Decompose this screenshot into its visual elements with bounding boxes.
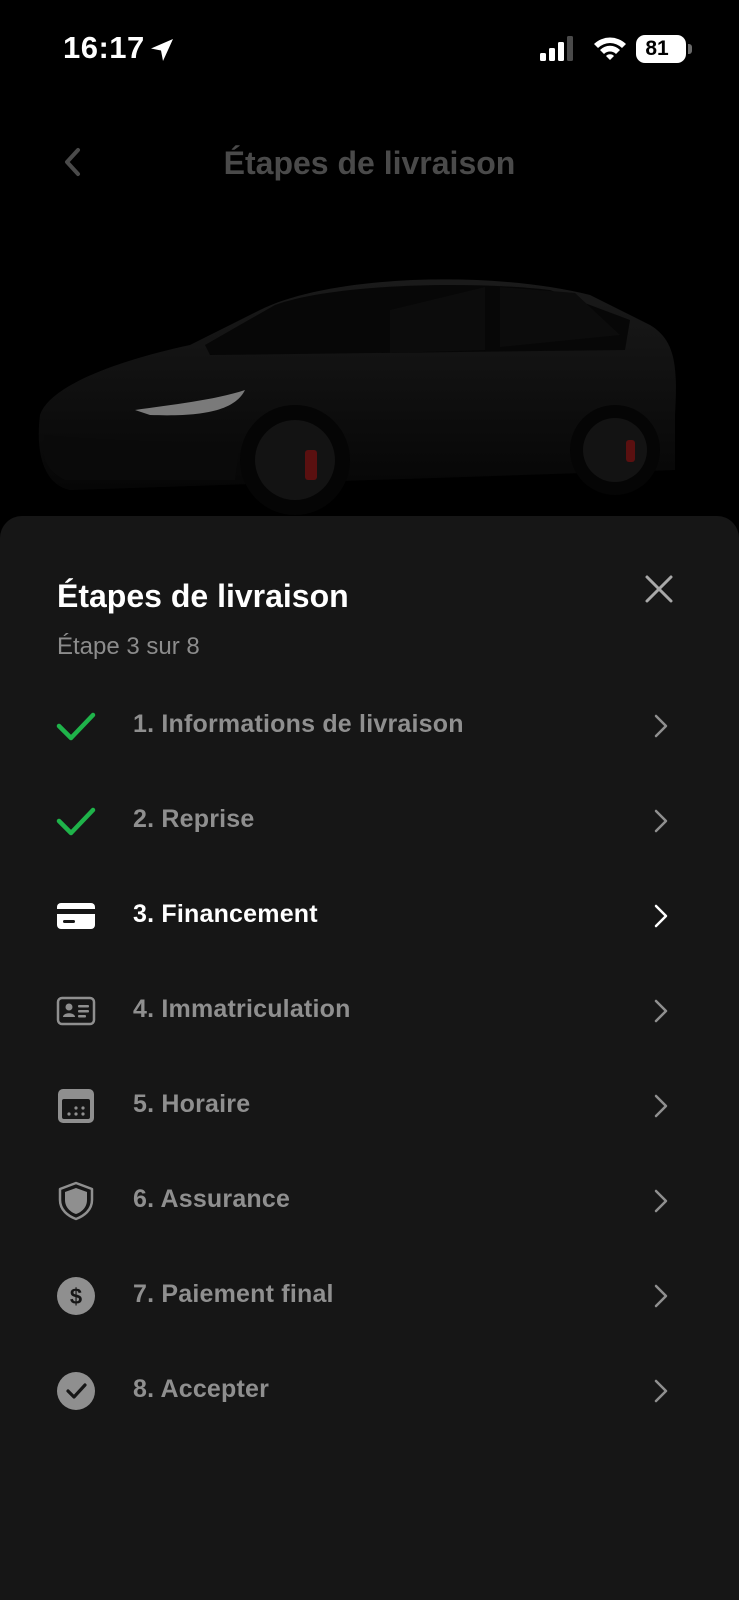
- step-label: 6. Assurance: [133, 1185, 291, 1213]
- step-final-payment[interactable]: $ 7. Paiement final: [0, 1249, 739, 1344]
- step-financing[interactable]: 3. Financement: [0, 869, 739, 964]
- chevron-right-icon: [654, 714, 668, 738]
- shield-icon: [58, 1181, 94, 1221]
- step-label: 3. Financement: [133, 900, 318, 928]
- chevron-right-icon: [654, 1379, 668, 1403]
- calendar-icon: [58, 1089, 94, 1123]
- step-label: 1. Informations de livraison: [133, 710, 464, 738]
- step-schedule[interactable]: 5. Horaire: [0, 1059, 739, 1154]
- delivery-steps-sheet: Étapes de livraison Étape 3 sur 8 1. Inf…: [0, 516, 739, 1600]
- battery-level: 81: [645, 37, 669, 60]
- step-label: 7. Paiement final: [133, 1280, 334, 1308]
- location-arrow-icon: [151, 39, 173, 61]
- status-time: 16:17: [63, 30, 145, 65]
- status-bar: 16:17 81: [0, 0, 739, 100]
- signal-icon: [540, 36, 573, 61]
- svg-text:$: $: [70, 1284, 82, 1309]
- battery-icon: 81: [636, 35, 692, 63]
- step-label: 8. Accepter: [133, 1375, 270, 1403]
- step-delivery-info[interactable]: 1. Informations de livraison: [0, 679, 739, 774]
- step-insurance[interactable]: 6. Assurance: [0, 1154, 739, 1249]
- wifi-icon: [594, 37, 626, 60]
- chevron-right-icon: [654, 1094, 668, 1118]
- chevron-right-icon: [654, 1284, 668, 1308]
- close-icon[interactable]: [642, 572, 676, 606]
- page-title: Étapes de livraison: [223, 145, 516, 181]
- chevron-right-icon: [654, 1189, 668, 1213]
- dollar-icon: $: [57, 1277, 95, 1315]
- check-circle-icon: [57, 1372, 95, 1410]
- chevron-right-icon: [654, 904, 668, 928]
- step-label: 5. Horaire: [133, 1090, 251, 1118]
- step-trade-in[interactable]: 2. Reprise: [0, 774, 739, 869]
- step-label: 2. Reprise: [133, 805, 255, 833]
- step-label: 4. Immatriculation: [133, 995, 351, 1023]
- credit-card-icon: [57, 903, 95, 929]
- chevron-right-icon: [654, 999, 668, 1023]
- id-card-icon: [56, 996, 96, 1026]
- check-icon: [56, 712, 96, 741]
- car-image: [38, 279, 676, 515]
- sheet-title: Étapes de livraison: [57, 578, 349, 614]
- step-registration[interactable]: 4. Immatriculation: [0, 964, 739, 1059]
- chevron-right-icon: [654, 809, 668, 833]
- check-icon: [56, 807, 96, 836]
- step-accept[interactable]: 8. Accepter: [0, 1344, 739, 1439]
- step-progress: Étape 3 sur 8: [57, 633, 200, 660]
